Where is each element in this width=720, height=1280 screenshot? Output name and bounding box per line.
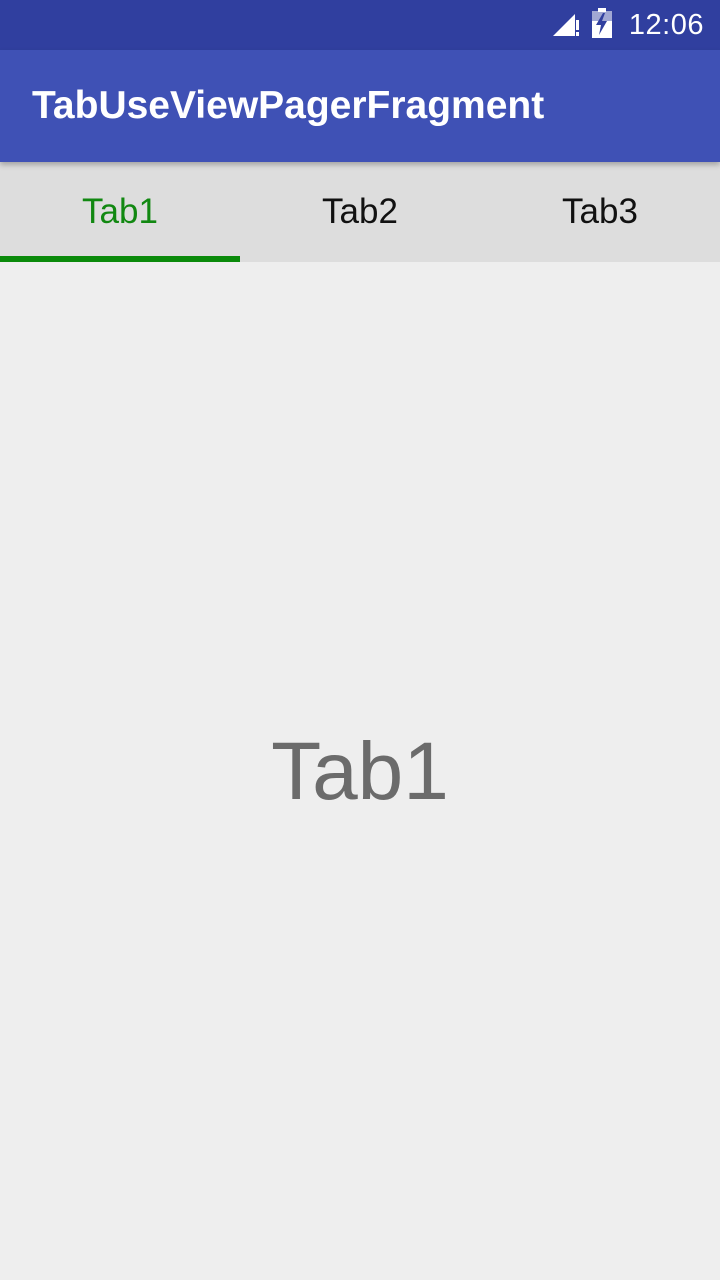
app-title: TabUseViewPagerFragment — [32, 84, 545, 127]
tab-bar: Tab1 Tab2 Tab3 — [0, 162, 720, 262]
fragment-label: Tab1 — [271, 726, 449, 817]
status-time: 12:06 — [628, 8, 704, 41]
battery-charging-icon — [591, 7, 613, 44]
status-icons: 12:06 — [551, 0, 704, 50]
tab-tab3[interactable]: Tab3 — [480, 162, 720, 262]
view-pager-content[interactable]: Tab1 — [0, 262, 720, 1280]
app-bar: TabUseViewPagerFragment — [0, 50, 720, 162]
signal-no-data-icon — [551, 8, 581, 43]
tab-tab2[interactable]: Tab2 — [240, 162, 480, 262]
tab-tab1[interactable]: Tab1 — [0, 162, 240, 262]
status-bar: 12:06 — [0, 0, 720, 50]
tab-indicator — [0, 256, 240, 262]
